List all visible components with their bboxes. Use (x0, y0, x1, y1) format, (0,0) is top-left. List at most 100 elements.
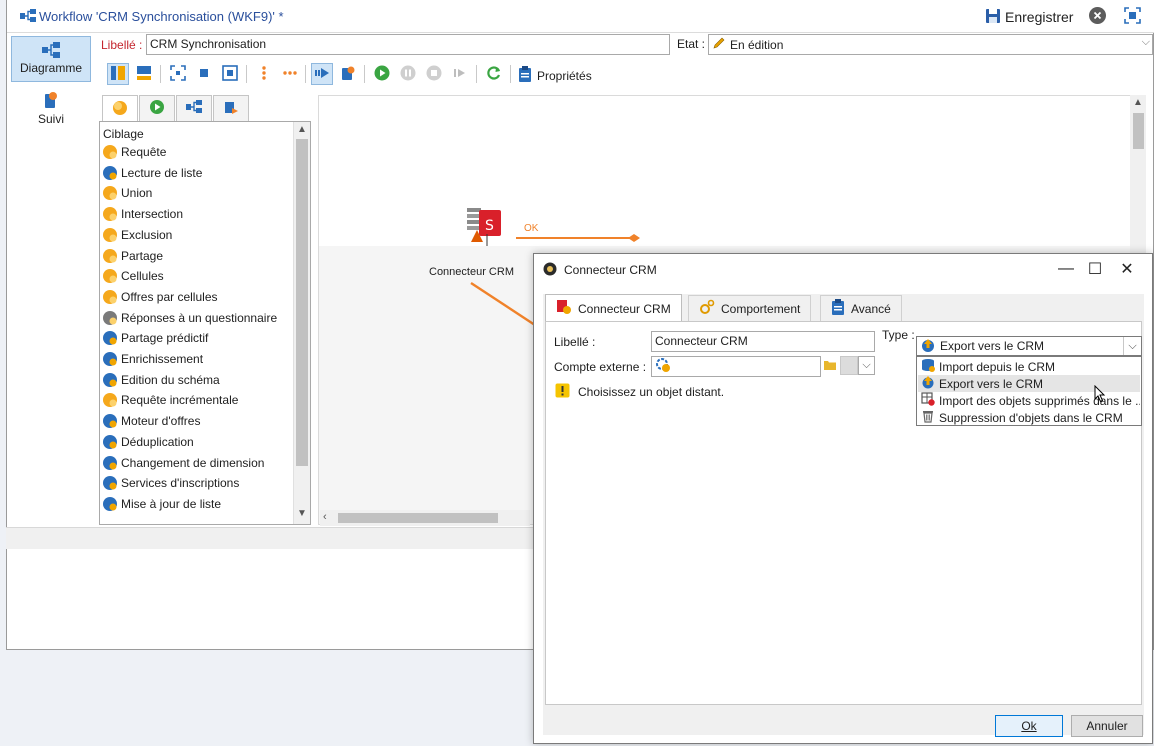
palette-item[interactable]: Partage prédictif (102, 328, 208, 348)
union-icon (102, 185, 118, 201)
scroll-down-icon[interactable]: ▼ (297, 508, 307, 519)
type-option-export[interactable]: Export vers le CRM (918, 375, 1140, 392)
tab-flow-control[interactable] (139, 95, 175, 121)
align-vertical-button[interactable] (253, 63, 275, 85)
nav-item-suivi[interactable]: Suivi (11, 88, 91, 128)
list-update-icon (102, 496, 118, 512)
palette-item[interactable]: Union (102, 183, 152, 203)
step-forward-icon (452, 65, 468, 84)
external-account-input[interactable] (651, 356, 821, 377)
state-select[interactable]: En édition ⌵ (708, 34, 1153, 55)
crm-connector-node[interactable]: S (465, 204, 505, 251)
scroll-up-icon[interactable]: ▲ (297, 124, 307, 135)
canvas-hscroll-thumb[interactable] (338, 513, 498, 523)
palette-item[interactable]: Changement de dimension (102, 453, 264, 473)
exclusion-icon (102, 227, 118, 243)
palette-item-label: Services d'inscriptions (121, 476, 240, 491)
survey-responses-icon (102, 310, 118, 326)
activity-tracking-button[interactable] (337, 63, 359, 85)
option-label: Export vers le CRM (939, 376, 1044, 391)
maximize-button[interactable]: ☐ (1080, 258, 1110, 280)
folder-icon[interactable] (823, 358, 837, 375)
gear-icon (699, 299, 715, 318)
tab-comportement[interactable]: Comportement (688, 295, 812, 321)
close-icon: ✕ (1120, 261, 1134, 278)
cancel-label: Annuler (1086, 719, 1128, 733)
properties-button[interactable]: Propriétés (518, 66, 592, 85)
tab-events[interactable] (213, 95, 249, 121)
palette-item[interactable]: Partage (102, 246, 163, 266)
tab-connecteur-crm[interactable]: Connecteur CRM (545, 294, 682, 322)
save-button[interactable]: Enregistrer (985, 6, 1073, 28)
type-option-import-deleted[interactable]: Import des objets supprimés dans le ... (918, 392, 1140, 409)
palette-item[interactable]: Edition du schéma (102, 370, 220, 390)
pause-button[interactable] (397, 63, 419, 85)
palette-scroll-thumb[interactable] (296, 139, 308, 466)
state-value: En édition (730, 37, 784, 52)
export-crm-icon (921, 375, 935, 392)
import-deleted-icon (921, 392, 935, 409)
palette-item[interactable]: Cellules (102, 266, 164, 286)
start-button[interactable] (371, 63, 393, 85)
canvas-horizontal-scrollbar[interactable]: ‹ (320, 510, 530, 526)
canvas-scroll-thumb[interactable] (1133, 113, 1144, 149)
palette-item[interactable]: Déduplication (102, 432, 194, 452)
schema-edit-icon (102, 372, 118, 388)
properties-label: Propriétés (537, 68, 592, 83)
palette-scrollbar[interactable]: ▲ ▼ (293, 122, 310, 524)
option-label: Import depuis le CRM (939, 359, 1056, 374)
maximize-view-icon[interactable] (1124, 7, 1141, 27)
close-button[interactable]: ✕ (1112, 258, 1142, 280)
cancel-button[interactable]: Annuler (1071, 715, 1143, 737)
refresh-button[interactable] (483, 63, 505, 85)
zoom-fit-button[interactable] (167, 63, 189, 85)
transition-label: OK (524, 223, 539, 234)
arrow-right-icon (314, 65, 330, 84)
type-option-delete[interactable]: Suppression d'objets dans le CRM (918, 409, 1140, 426)
account-dropdown-button[interactable]: ⌵ (858, 356, 875, 375)
tab-actions[interactable] (176, 95, 212, 121)
label-caption: Libellé : (101, 38, 143, 52)
type-select[interactable]: Export vers le CRM ⌵ (916, 336, 1142, 356)
label-input[interactable]: CRM Synchronisation (146, 34, 670, 55)
minimize-button[interactable]: — (1051, 258, 1081, 280)
palette-item[interactable]: Enrichissement (102, 349, 203, 369)
palette-item[interactable]: Mise à jour de liste (102, 494, 221, 514)
vertical-layout-button[interactable] (107, 63, 129, 85)
type-option-import[interactable]: Import depuis le CRM (918, 358, 1140, 375)
palette-section-title: Ciblage (103, 127, 144, 141)
change-dimension-icon (102, 455, 118, 471)
palette-item[interactable]: Moteur d'offres (102, 411, 200, 431)
palette-item[interactable]: Intersection (102, 204, 183, 224)
palette-item[interactable]: Services d'inscriptions (102, 473, 239, 493)
zoom-fit-icon (170, 64, 186, 84)
type-select-value: Export vers le CRM (940, 339, 1045, 353)
edit-link-button[interactable] (840, 356, 858, 375)
align-horizontal-button[interactable] (279, 63, 301, 85)
step-button[interactable] (449, 63, 471, 85)
tab-avance[interactable]: Avancé (820, 295, 902, 321)
palette-item[interactable]: Réponses à un questionnaire (102, 308, 277, 328)
nav-label-suivi: Suivi (37, 112, 64, 126)
dialog-label-input[interactable]: Connecteur CRM (651, 331, 875, 352)
palette-item[interactable]: Offres par cellules (102, 287, 218, 307)
palette-item[interactable]: Lecture de liste (102, 163, 202, 183)
crm-connector-dialog: Connecteur CRM — ☐ ✕ Connecteur CRM Comp… (533, 253, 1153, 744)
palette-item[interactable]: Requête (102, 142, 166, 162)
nav-item-diagramme[interactable]: Diagramme (11, 36, 91, 82)
workflow-icon (20, 9, 36, 26)
crm-connector-tab-icon (556, 299, 572, 318)
zoom-selection-button[interactable] (219, 63, 241, 85)
auto-link-button[interactable] (311, 63, 333, 85)
tab-targeting[interactable] (102, 95, 138, 122)
palette-item[interactable]: Requête incrémentale (102, 390, 238, 410)
events-tab-icon (223, 99, 239, 118)
ok-button[interactable]: Ok (995, 715, 1063, 737)
actual-size-button[interactable] (193, 63, 215, 85)
close-circle-icon[interactable] (1089, 7, 1106, 24)
chevron-down-icon[interactable]: ⌵ (1123, 337, 1141, 355)
horizontal-layout-button[interactable] (133, 63, 155, 85)
warning-icon (555, 383, 570, 401)
palette-item[interactable]: Exclusion (102, 225, 172, 245)
stop-button[interactable] (423, 63, 445, 85)
